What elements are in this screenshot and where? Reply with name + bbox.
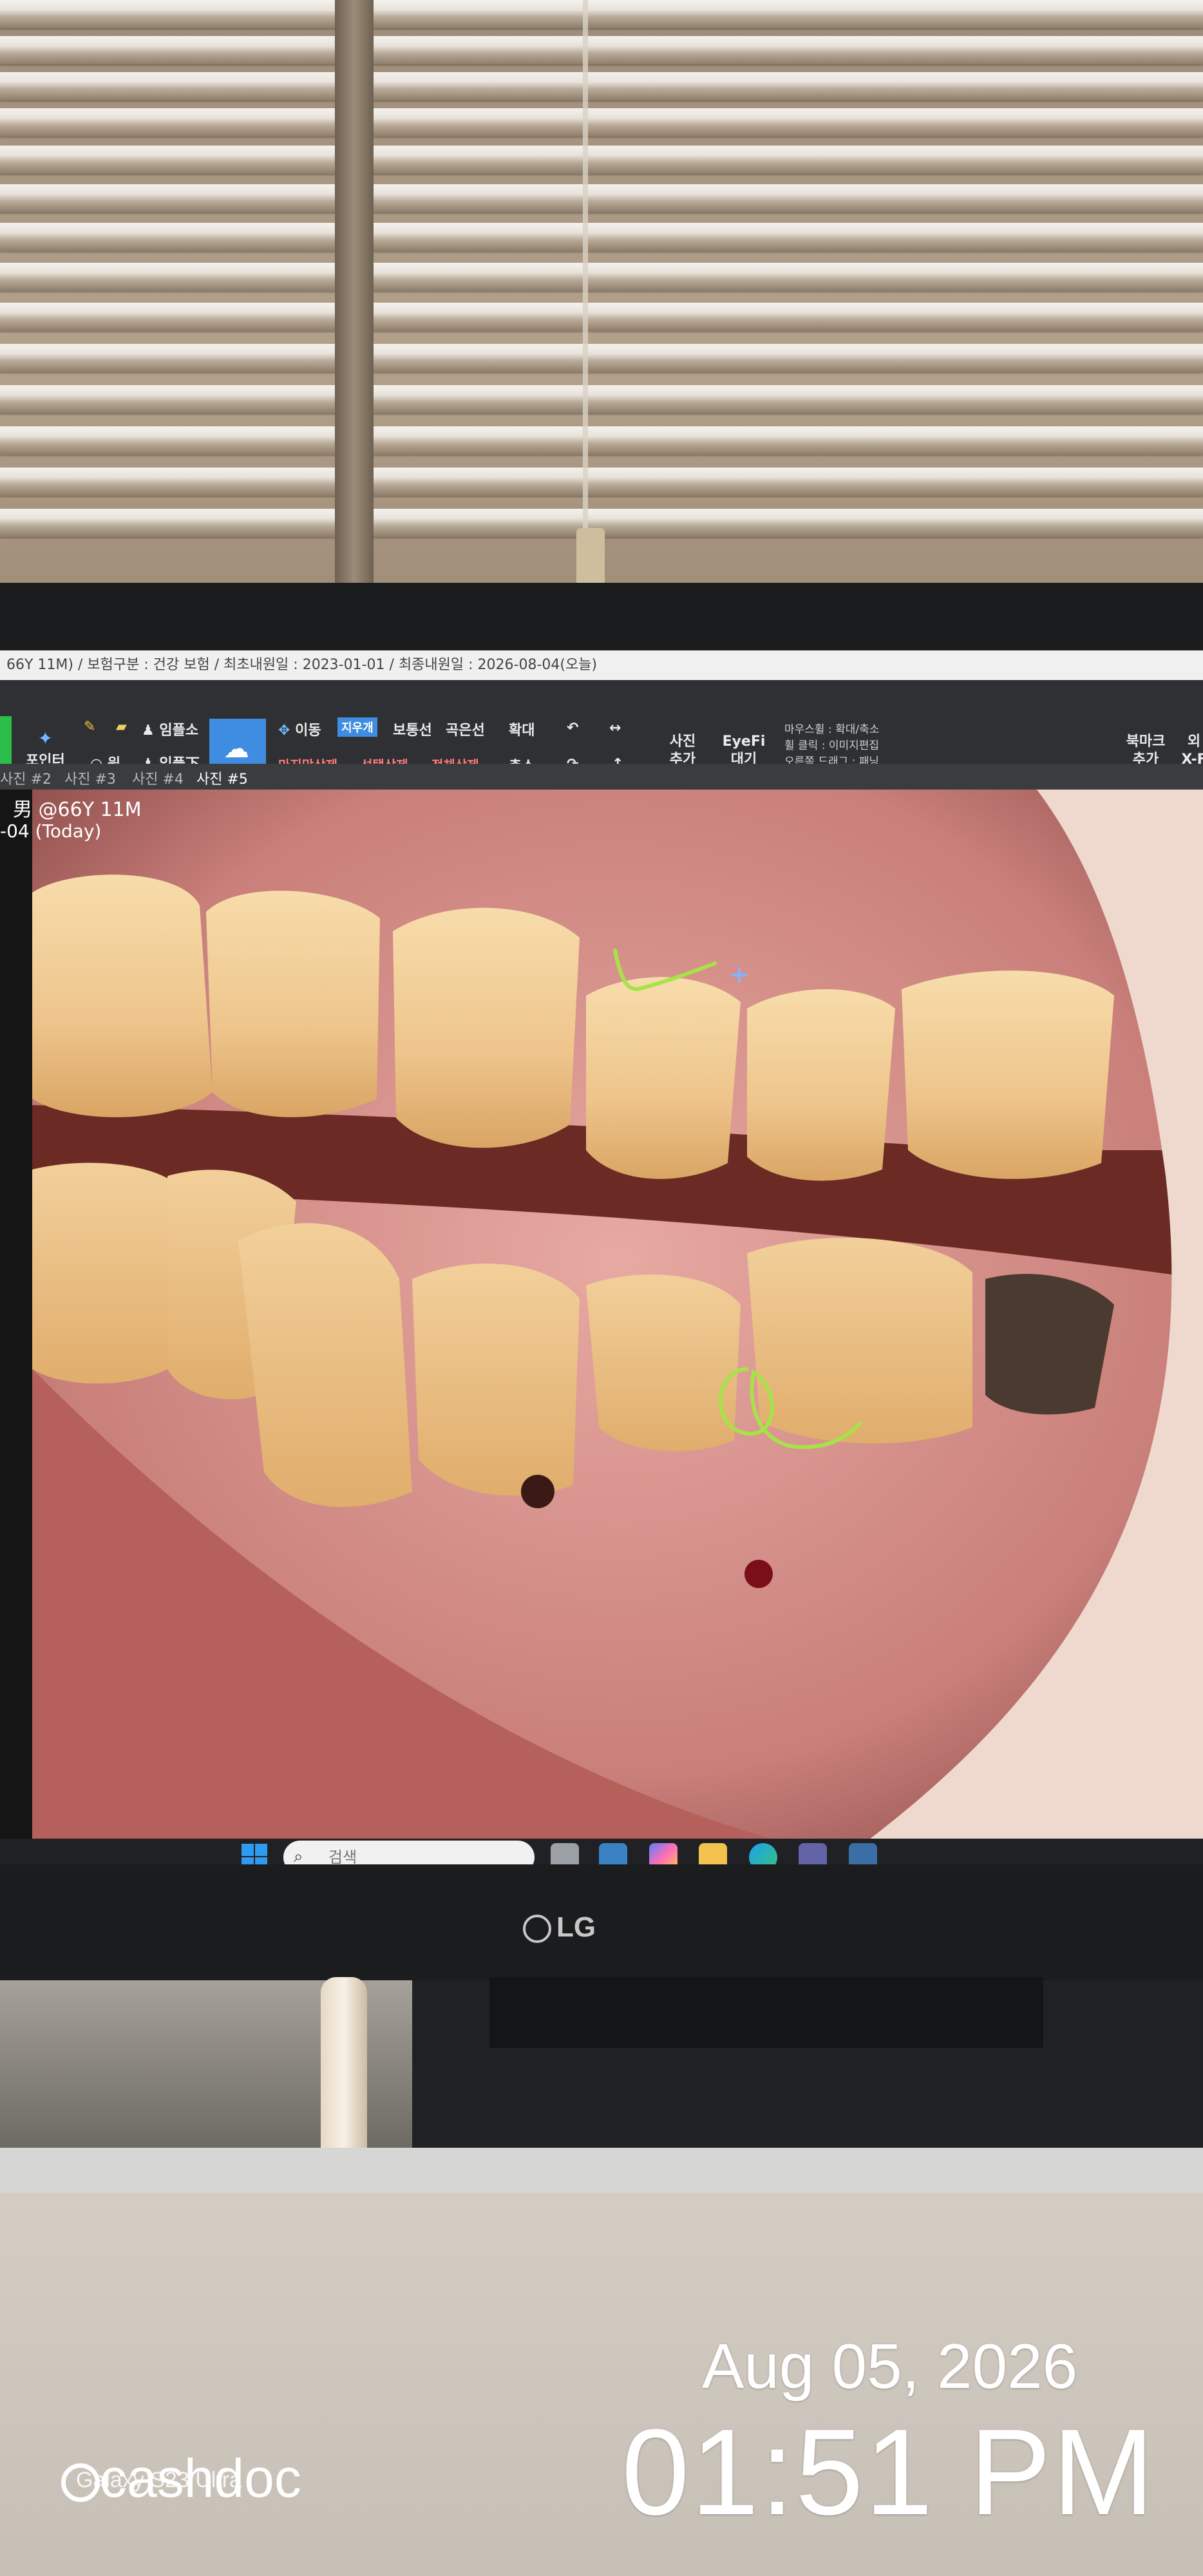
pointer-icon: ✦: [37, 728, 53, 749]
mouse-hint-click: 휠 클릭 : 이미지편집: [784, 739, 880, 752]
move-button[interactable]: ✥ 이동: [278, 719, 321, 739]
pencil-tool-button[interactable]: ✎: [84, 719, 95, 735]
teams-icon[interactable]: [799, 1843, 827, 1864]
zoom-in-button[interactable]: 확대: [509, 719, 535, 739]
monitor-screen: 66Y 11M) / 보험구분 : 건강 보험 / 최초내원일 : 2023-0…: [0, 650, 1203, 1864]
flip-horizontal-icon: ↔: [609, 720, 621, 736]
highlighter-icon: ▰: [116, 719, 127, 735]
mouse-hint-wheel: 마우스휠 : 확대/축소: [784, 723, 880, 736]
device-watermark: Galaxy S23 Ultra: [76, 2468, 242, 2492]
implant-up-button[interactable]: ♟ 임플소: [142, 719, 198, 739]
desk-edge: [0, 2148, 1203, 2193]
mouse-hints: 마우스휠 : 확대/축소 휠 클릭 : 이미지편집 오른쪽 드래그 : 패닝: [784, 720, 879, 768]
timestamp-date: Aug 05, 2026: [702, 2331, 1078, 2401]
lg-logo-text: LG: [556, 1911, 596, 1943]
move-icon: ✥: [278, 723, 290, 739]
implant-up-label: 임플소: [159, 723, 199, 739]
implant-icon: ♟: [142, 723, 155, 739]
intraoral-photo-viewer[interactable]: [32, 790, 1203, 1839]
file-explorer-icon[interactable]: [699, 1843, 727, 1864]
photo-tabs: 사진 #2 사진 #3 사진 #4 사진 #5: [0, 764, 1203, 790]
monitor-stand-panel: [489, 1977, 1043, 2048]
rotate-left-button[interactable]: ↶: [567, 720, 578, 736]
windows-start-icon[interactable]: [240, 1842, 269, 1864]
straight-line-button[interactable]: 보통선: [393, 719, 432, 739]
tab-photo-2[interactable]: 사진 #2: [0, 768, 52, 788]
patient-title-bar: 66Y 11M) / 보험구분 : 건강 보험 / 최초내원일 : 2023-0…: [0, 650, 1203, 680]
lg-logo: LG: [523, 1911, 596, 1944]
pencil-icon: ✎: [84, 719, 96, 735]
taskbar-search-input[interactable]: [283, 1841, 535, 1864]
highlighter-tool-button[interactable]: ▰: [116, 719, 127, 735]
tab-photo-5[interactable]: 사진 #5: [196, 768, 248, 788]
search-icon: ⌕: [294, 1847, 303, 1864]
image-toolbar: ✦ 포인터 ✎ ▰ ♟ 임플소 ○ 원 ♟ 임플下 ☁ ✥ 이동 지우개 보통선…: [0, 680, 1203, 786]
rotate-left-icon: ↶: [567, 720, 579, 736]
curve-line-button[interactable]: 곡은선: [446, 719, 485, 739]
patient-info-age: 男 @66Y 11M: [13, 799, 142, 821]
eraser-button[interactable]: 지우개: [337, 717, 377, 737]
task-view-icon[interactable]: [551, 1843, 579, 1864]
tab-photo-3[interactable]: 사진 #3: [64, 768, 116, 788]
tooth-icon: ☁: [223, 734, 249, 764]
patient-info-date: -04 (Today): [0, 820, 102, 842]
lower-tooth-annotation: [718, 1367, 862, 1449]
bottle-object: [321, 1977, 367, 2164]
left-panel: [0, 790, 32, 1839]
crosshair-cursor-icon: [732, 967, 747, 983]
dental-app-taskbar-icon[interactable]: [849, 1843, 877, 1864]
upper-gum-annotation: [613, 949, 717, 992]
copilot-icon[interactable]: [649, 1843, 677, 1864]
tab-photo-4[interactable]: 사진 #4: [132, 768, 184, 788]
window-blinds-background: [0, 0, 1203, 592]
timestamp-time: 01:51 PM: [621, 2404, 1156, 2541]
widgets-icon[interactable]: [599, 1843, 627, 1864]
move-label: 이동: [295, 723, 321, 739]
flip-horizontal-button[interactable]: ↔: [609, 720, 621, 736]
green-annotations: [613, 949, 862, 1449]
